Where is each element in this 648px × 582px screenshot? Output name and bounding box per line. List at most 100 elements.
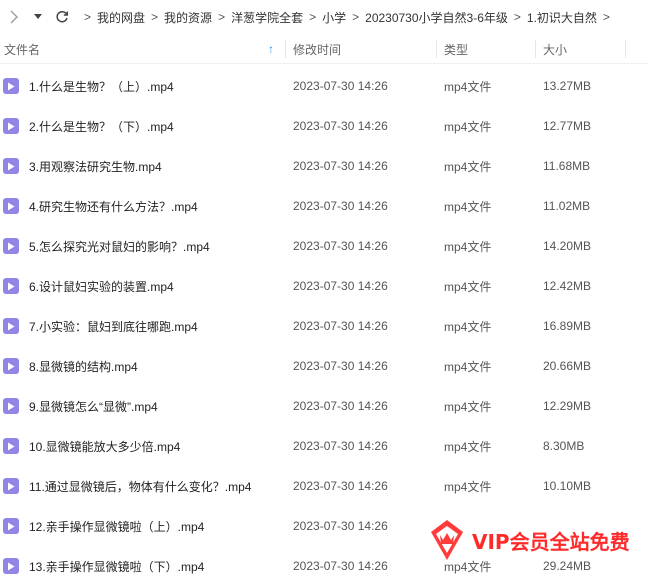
file-name: 2.什么是生物？（下）.mp4 (29, 119, 174, 134)
column-header: 文件名 ↑ 修改时间 类型 大小 (0, 34, 648, 64)
breadcrumb-separator: > (602, 10, 610, 24)
breadcrumb-item-onion-academy[interactable]: 洋葱学院全套 (227, 9, 307, 26)
video-file-icon (3, 558, 19, 574)
video-file-icon (3, 438, 19, 454)
file-size: 10.10MB (543, 479, 592, 493)
file-size: 16.89MB (543, 319, 592, 333)
file-row[interactable]: 8.显微镜的结构.mp4 2023-07-30 14:26 mp4文件 20.66MB (0, 346, 648, 386)
file-modified-time: 2023-07-30 14:26 (293, 319, 388, 333)
file-row[interactable]: 4.研究生物还有什么方法？.mp4 2023-07-30 14:26 mp4文件 11… (0, 186, 648, 226)
column-header-modified[interactable]: 修改时间 (293, 34, 341, 64)
breadcrumb-item-my-resources[interactable]: 我的资源 (160, 9, 216, 26)
file-modified-time: 2023-07-30 14:26 (293, 439, 388, 453)
video-file-icon (3, 118, 19, 134)
column-header-type[interactable]: 类型 (444, 34, 468, 64)
file-size: 12.77MB (543, 119, 592, 133)
file-size: 20.66MB (543, 359, 592, 373)
breadcrumb-separator: > (84, 10, 92, 24)
breadcrumb-separator: > (151, 10, 159, 24)
breadcrumb-item-primary-school[interactable]: 小学 (318, 9, 350, 26)
breadcrumb-item-science-course[interactable]: 20230730小学自然3-6年级 (361, 9, 512, 26)
file-size: 13.27MB (543, 79, 592, 93)
column-header-size[interactable]: 大小 (543, 34, 567, 64)
file-modified-time: 2023-07-30 14:26 (293, 359, 388, 373)
video-file-icon (3, 158, 19, 174)
column-divider[interactable] (285, 40, 286, 58)
file-type: mp4文件 (444, 559, 492, 574)
sort-ascending-icon[interactable]: ↑ (268, 42, 274, 56)
file-row[interactable]: 3.用观察法研究生物.mp4 2023-07-30 14:26 mp4文件 11.68… (0, 146, 648, 186)
file-name: 9.显微镜怎么“显微”.mp4 (29, 399, 158, 414)
file-row[interactable]: 2.什么是生物？（下）.mp4 2023-07-30 14:26 mp4文件 12.7… (0, 106, 648, 146)
file-type: mp4文件 (444, 199, 492, 214)
caret-down-icon (34, 14, 42, 19)
file-type: mp4文件 (444, 279, 492, 294)
file-type: mp4文件 (444, 119, 492, 134)
file-modified-time: 2023-07-30 14:26 (293, 519, 388, 533)
file-row[interactable]: 12.亲手操作显微镜啦（上）.mp4 2023-07-30 14:26 (0, 506, 648, 546)
file-size: 14.20MB (543, 239, 592, 253)
breadcrumb-item-my-drive[interactable]: 我的网盘 (93, 9, 149, 26)
file-row[interactable]: 1.什么是生物？（上）.mp4 2023-07-30 14:26 mp4文件 13.2… (0, 66, 648, 106)
file-type: mp4文件 (444, 319, 492, 334)
breadcrumb-separator: > (513, 10, 521, 24)
file-row[interactable]: 5.怎么探究光对鼠妇的影响？.mp4 2023-07-30 14:26 mp4文件 1… (0, 226, 648, 266)
column-header-name[interactable]: 文件名 (4, 34, 40, 64)
video-file-icon (3, 358, 19, 374)
file-type: mp4文件 (444, 399, 492, 414)
file-modified-time: 2023-07-30 14:26 (293, 199, 388, 213)
column-divider[interactable] (535, 40, 536, 58)
file-name: 5.怎么探究光对鼠妇的影响？.mp4 (29, 239, 210, 254)
breadcrumb-separator: > (309, 10, 317, 24)
file-row[interactable]: 7.小实验：鼠妇到底往哪跑.mp4 2023-07-30 14:26 mp4文件 16… (0, 306, 648, 346)
file-name: 10.显微镜能放大多少倍.mp4 (29, 439, 181, 454)
file-row[interactable]: 10.显微镜能放大多少倍.mp4 2023-07-30 14:26 mp4文件 8.3… (0, 426, 648, 466)
history-dropdown-button[interactable] (28, 5, 48, 29)
file-list: 1.什么是生物？（上）.mp4 2023-07-30 14:26 mp4文件 13.2… (0, 66, 648, 582)
file-type: mp4文件 (444, 479, 492, 494)
breadcrumb: > 我的网盘 > 我的资源 > 洋葱学院全套 > 小学 > 20230730小学… (82, 9, 612, 26)
file-size: 8.30MB (543, 439, 585, 453)
video-file-icon (3, 318, 19, 334)
file-size: 11.68MB (543, 159, 591, 173)
video-file-icon (3, 238, 19, 254)
file-modified-time: 2023-07-30 14:26 (293, 79, 388, 93)
file-size: 12.42MB (543, 279, 592, 293)
file-row[interactable]: 13.亲手操作显微镜啦（下）.mp4 2023-07-30 14:26 mp4文件 2… (0, 546, 648, 582)
file-type: mp4文件 (444, 159, 492, 174)
file-modified-time: 2023-07-30 14:26 (293, 279, 388, 293)
file-size: 29.24MB (543, 559, 592, 573)
forward-button[interactable] (4, 5, 24, 29)
file-name: 7.小实验：鼠妇到底往哪跑.mp4 (29, 319, 198, 334)
file-name: 11.通过显微镜后，物体有什么变化？.mp4 (29, 479, 252, 494)
breadcrumb-separator: > (352, 10, 360, 24)
refresh-icon (56, 10, 69, 23)
file-size: 12.29MB (543, 399, 592, 413)
file-modified-time: 2023-07-30 14:26 (293, 159, 388, 173)
file-row[interactable]: 11.通过显微镜后，物体有什么变化？.mp4 2023-07-30 14:26 mp… (0, 466, 648, 506)
file-type: mp4文件 (444, 79, 492, 94)
file-modified-time: 2023-07-30 14:26 (293, 399, 388, 413)
file-modified-time: 2023-07-30 14:26 (293, 479, 388, 493)
video-file-icon (3, 198, 19, 214)
file-name: 1.什么是生物？（上）.mp4 (29, 79, 174, 94)
chevron-right-icon (10, 10, 18, 24)
file-name: 13.亲手操作显微镜啦（下）.mp4 (29, 559, 205, 574)
breadcrumb-item-current-folder[interactable]: 1.初识大自然 (523, 9, 601, 26)
refresh-button[interactable] (52, 5, 72, 29)
file-type: mp4文件 (444, 439, 492, 454)
file-name: 3.用观察法研究生物.mp4 (29, 159, 162, 174)
column-divider[interactable] (436, 40, 437, 58)
file-row[interactable]: 6.设计鼠妇实验的装置.mp4 2023-07-30 14:26 mp4文件 12.4… (0, 266, 648, 306)
file-name: 12.亲手操作显微镜啦（上）.mp4 (29, 519, 205, 534)
path-toolbar: > 我的网盘 > 我的资源 > 洋葱学院全套 > 小学 > 20230730小学… (0, 0, 648, 34)
video-file-icon (3, 398, 19, 414)
video-file-icon (3, 478, 19, 494)
video-file-icon (3, 78, 19, 94)
column-divider[interactable] (625, 40, 626, 58)
file-name: 4.研究生物还有什么方法？.mp4 (29, 199, 198, 214)
video-file-icon (3, 278, 19, 294)
file-type: mp4文件 (444, 239, 492, 254)
breadcrumb-separator: > (218, 10, 226, 24)
file-row[interactable]: 9.显微镜怎么“显微”.mp4 2023-07-30 14:26 mp4文件 12.2… (0, 386, 648, 426)
